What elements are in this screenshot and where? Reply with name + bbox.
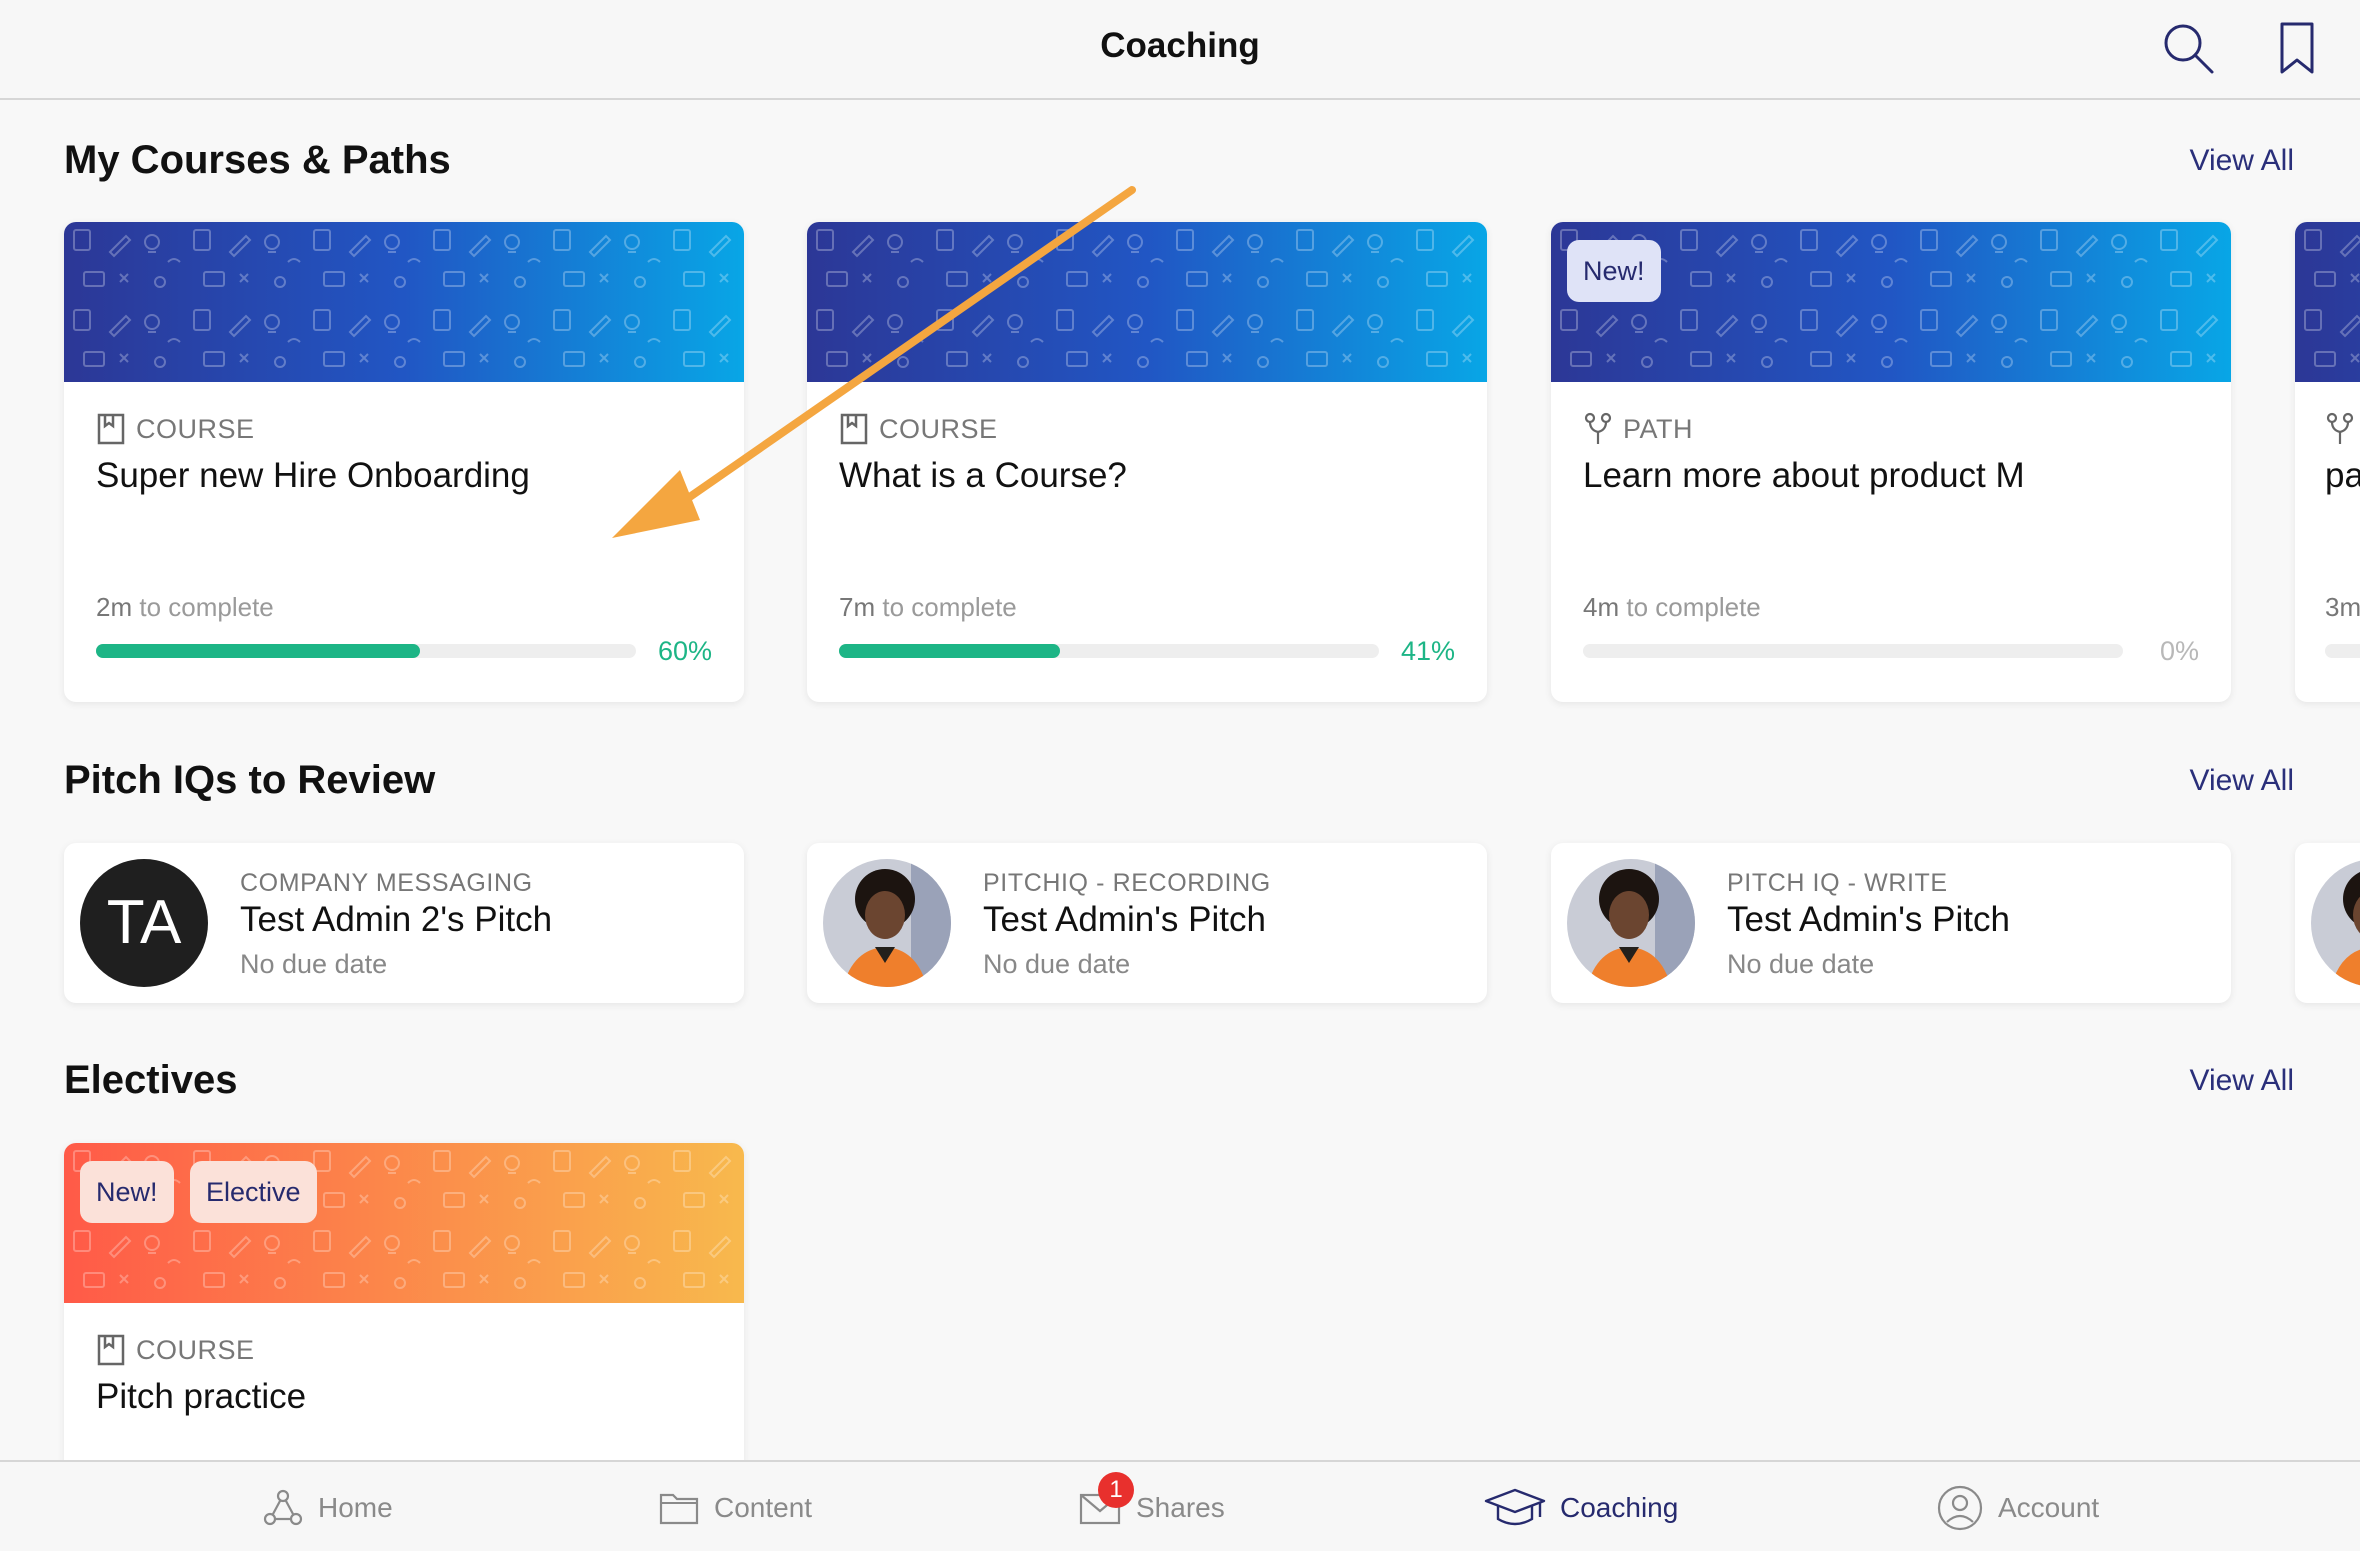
pitch-type: COMPANY MESSAGING xyxy=(240,869,533,897)
tab-bar: Home Content Shares 1 Coaching Account xyxy=(0,1460,2360,1551)
course-card[interactable]: COURSE What is a Course? 7m to complete … xyxy=(807,222,1487,702)
course-name: What is a Course? xyxy=(839,456,1127,495)
card-banner xyxy=(2295,222,2360,382)
tab-coaching[interactable]: Coaching xyxy=(1484,1462,1678,1551)
search-icon[interactable] xyxy=(2158,18,2218,78)
path-card-partial[interactable]: pa 3m xyxy=(2295,222,2360,702)
tab-home[interactable]: Home xyxy=(262,1462,393,1551)
progress-fill xyxy=(96,644,420,658)
progress-bar xyxy=(839,644,1379,658)
notification-badge: 1 xyxy=(1098,1472,1134,1508)
path-name: Learn more about product M xyxy=(1583,456,2025,495)
avatar xyxy=(1567,859,1695,987)
content-type-label: COURSE xyxy=(136,413,255,444)
progress-bar xyxy=(2325,644,2360,658)
progress-percent: 0% xyxy=(2159,636,2199,666)
course-name: Super new Hire Onboarding xyxy=(96,456,530,495)
pitch-name: Test Admin's Pitch xyxy=(1727,900,2010,939)
pitch-type: PITCH IQ - WRITE xyxy=(1727,869,1948,897)
view-all-courses-link[interactable]: View All xyxy=(2189,144,2294,178)
pitch-card[interactable]: PITCH IQ - WRITE Test Admin's Pitch No d… xyxy=(1551,843,2231,1003)
page-title: Coaching xyxy=(1100,26,1260,65)
progress-bar xyxy=(96,644,636,658)
due-date: No due date xyxy=(240,949,388,979)
tab-content[interactable]: Content xyxy=(658,1462,812,1551)
pitch-name: Test Admin 2's Pitch xyxy=(240,900,553,939)
path-card[interactable]: New! PATH Learn more about product M 4m … xyxy=(1551,222,2231,702)
section-title-electives: Electives xyxy=(64,1058,238,1102)
path-fork-icon xyxy=(1584,412,1612,444)
tab-account[interactable]: Account xyxy=(1936,1462,2099,1551)
due-date: No due date xyxy=(983,949,1131,979)
tab-label: Shares xyxy=(1136,1491,1225,1523)
pitch-card-partial[interactable] xyxy=(2295,843,2360,1003)
pitch-name: Test Admin's Pitch xyxy=(983,900,1266,939)
new-badge: New! xyxy=(80,1161,174,1223)
time-to-complete: 2m to complete xyxy=(96,592,274,622)
elective-card[interactable]: New! Elective COURSE Pitch practice xyxy=(64,1143,744,1460)
section-title-courses: My Courses & Paths xyxy=(64,138,451,182)
path-fork-icon xyxy=(2326,412,2354,444)
progress-percent: 41% xyxy=(1400,636,1455,666)
tab-label: Content xyxy=(714,1491,813,1523)
tab-label: Account xyxy=(1998,1491,2100,1523)
elective-badge: Elective xyxy=(190,1161,317,1223)
avatar: TA xyxy=(80,859,208,987)
progress-percent: 60% xyxy=(657,636,712,666)
book-icon xyxy=(97,413,125,445)
book-icon xyxy=(840,413,868,445)
course-card[interactable]: COURSE Super new Hire Onboarding 2m to c… xyxy=(64,222,744,702)
content-type-label: COURSE xyxy=(879,413,998,444)
pitch-type: PITCHIQ - RECORDING xyxy=(983,869,1271,897)
tab-label: Home xyxy=(318,1491,393,1523)
card-banner xyxy=(64,222,744,382)
book-icon xyxy=(97,1334,125,1366)
bookmark-icon[interactable] xyxy=(2268,18,2328,78)
section-title-pitch: Pitch IQs to Review xyxy=(64,758,436,802)
progress-fill xyxy=(839,644,1061,658)
new-badge: New! xyxy=(1567,240,1661,302)
view-all-electives-link[interactable]: View All xyxy=(2189,1064,2294,1098)
avatar xyxy=(2311,859,2360,987)
course-name: Pitch practice xyxy=(96,1377,307,1416)
time-to-complete: 4m to complete xyxy=(1583,592,1761,622)
graduation-cap-icon xyxy=(1484,1488,1546,1525)
content-area[interactable]: My Courses & Paths View All COURSE Super… xyxy=(0,100,2360,1460)
due-date: No due date xyxy=(1727,949,1875,979)
top-bar: Coaching xyxy=(0,0,2360,100)
view-all-pitch-link[interactable]: View All xyxy=(2189,764,2294,798)
pitch-card[interactable]: PITCHIQ - RECORDING Test Admin's Pitch N… xyxy=(807,843,1487,1003)
content-type-label: PATH xyxy=(1623,413,1694,444)
avatar xyxy=(823,859,951,987)
home-network-icon xyxy=(263,1489,303,1525)
tab-shares[interactable]: Shares xyxy=(1078,1462,1225,1551)
folder-icon xyxy=(659,1493,699,1524)
pitch-card[interactable]: TA COMPANY MESSAGING Test Admin 2's Pitc… xyxy=(64,843,744,1003)
path-name: pa xyxy=(2325,456,2360,495)
tab-label: Coaching xyxy=(1560,1491,1679,1523)
user-circle-icon xyxy=(1937,1485,1983,1530)
time-to-complete: 7m to complete xyxy=(839,592,1017,622)
card-banner xyxy=(807,222,1487,382)
time-to-complete: 3m xyxy=(2325,592,2360,622)
progress-bar xyxy=(1583,644,2123,658)
content-type-label: COURSE xyxy=(136,1334,255,1365)
